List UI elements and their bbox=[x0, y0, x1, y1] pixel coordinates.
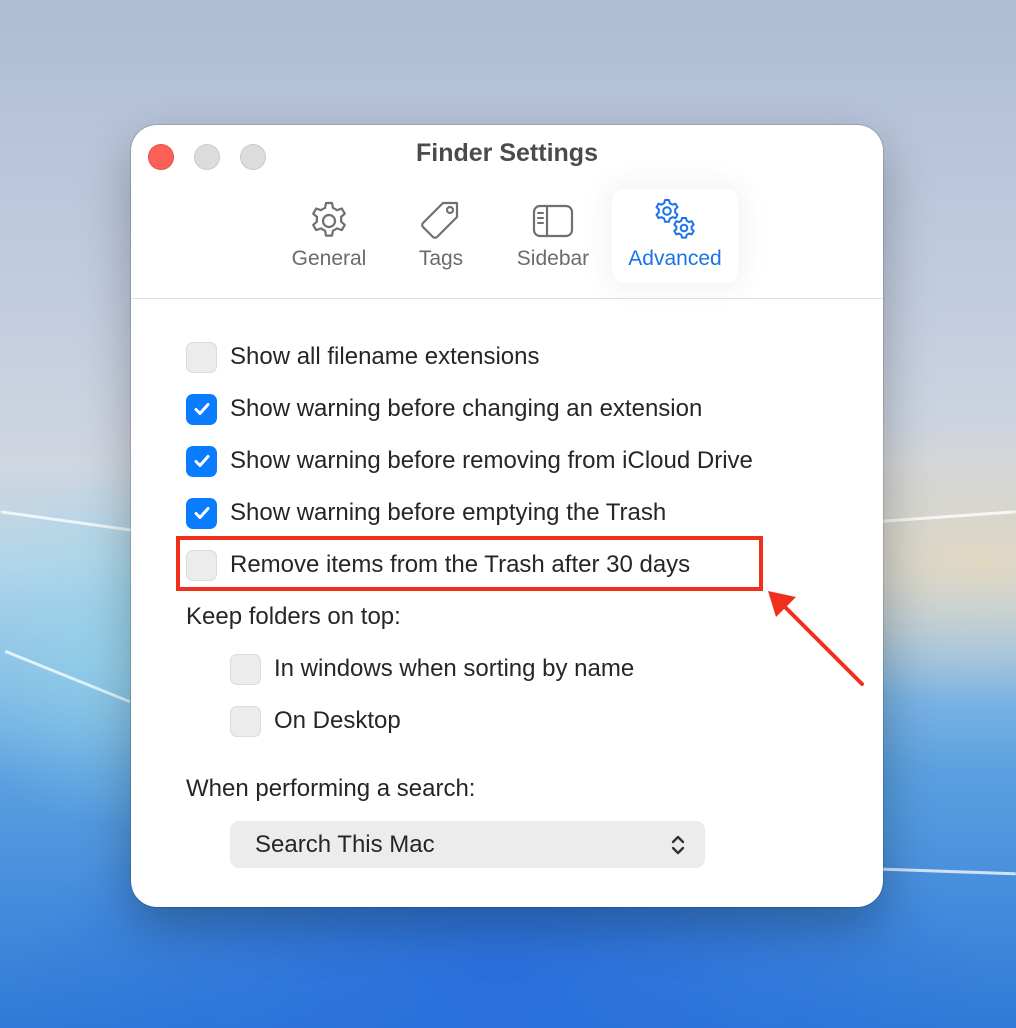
option-warn-empty-trash[interactable]: Show warning before emptying the Trash bbox=[186, 495, 666, 531]
checkmark-icon bbox=[194, 507, 209, 519]
tab-general-label: General bbox=[291, 247, 367, 270]
checkbox-checked[interactable] bbox=[186, 393, 217, 425]
option-warn-icloud[interactable]: Show warning before removing from iCloud… bbox=[186, 443, 753, 479]
checkbox[interactable] bbox=[230, 653, 261, 685]
option-show-extensions[interactable]: Show all filename extensions bbox=[186, 339, 540, 375]
tab-advanced-label: Advanced bbox=[628, 247, 722, 270]
keep-folders-label: Keep folders on top: bbox=[186, 603, 401, 630]
checkmark-icon bbox=[194, 403, 209, 415]
checkbox[interactable] bbox=[186, 341, 217, 373]
annotation-highlight-box bbox=[176, 536, 763, 591]
tab-tags[interactable]: Tags bbox=[397, 189, 485, 283]
gears-icon bbox=[655, 199, 695, 239]
wallpaper-streak bbox=[0, 510, 140, 533]
option-folders-top-desktop[interactable]: On Desktop bbox=[230, 703, 401, 739]
search-scope-value: Search This Mac bbox=[255, 830, 435, 858]
wallpaper-streak bbox=[882, 510, 1016, 523]
sidebar-icon bbox=[532, 204, 574, 238]
option-label: Show warning before emptying the Trash bbox=[230, 499, 667, 526]
checkmark-icon bbox=[194, 455, 209, 467]
option-label: In windows when sorting by name bbox=[274, 655, 635, 682]
option-label: Show warning before removing from iCloud… bbox=[230, 447, 753, 474]
search-scope-label: When performing a search: bbox=[186, 775, 476, 802]
option-label: On Desktop bbox=[274, 707, 401, 734]
tab-sidebar-label: Sidebar bbox=[516, 247, 590, 270]
settings-toolbar: General Tags Sidebar Advanced bbox=[131, 189, 883, 297]
tab-advanced[interactable]: Advanced bbox=[612, 189, 738, 283]
tag-icon bbox=[421, 201, 459, 239]
gear-icon bbox=[312, 201, 346, 237]
option-label: Show warning before changing an extensio… bbox=[230, 395, 703, 422]
option-label: Show all filename extensions bbox=[230, 343, 540, 370]
tab-tags-label: Tags bbox=[418, 247, 464, 270]
checkbox-checked[interactable] bbox=[186, 497, 217, 529]
wallpaper-streak bbox=[4, 649, 131, 704]
option-folders-top-windows[interactable]: In windows when sorting by name bbox=[230, 651, 634, 687]
toolbar-divider bbox=[131, 298, 883, 299]
chevron-up-down-icon bbox=[671, 835, 685, 855]
search-scope-select[interactable]: Search This Mac bbox=[230, 821, 705, 868]
tab-general[interactable]: General bbox=[281, 189, 377, 283]
checkbox-checked[interactable] bbox=[186, 445, 217, 477]
checkbox[interactable] bbox=[230, 705, 261, 737]
window-title: Finder Settings bbox=[416, 139, 598, 167]
tab-sidebar[interactable]: Sidebar bbox=[503, 189, 603, 283]
option-warn-change-extension[interactable]: Show warning before changing an extensio… bbox=[186, 391, 702, 427]
wallpaper-streak bbox=[881, 867, 1016, 876]
